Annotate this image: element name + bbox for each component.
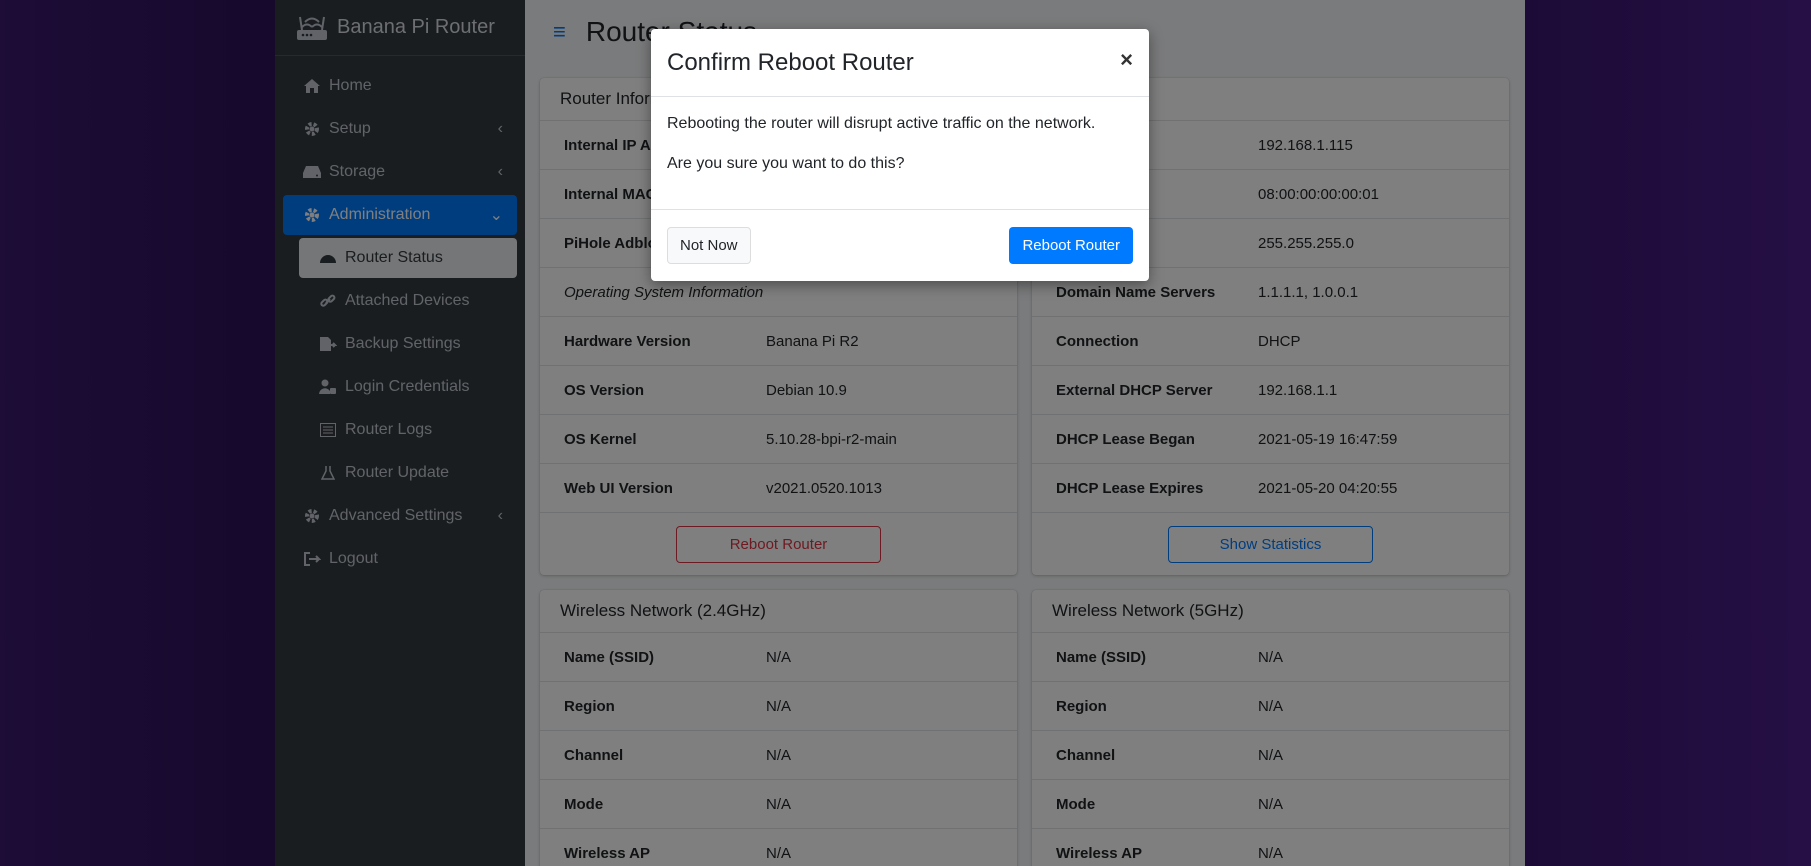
not-now-button[interactable]: Not Now — [667, 226, 751, 264]
modal-header: Confirm Reboot Router × — [651, 29, 1149, 97]
modal-body: Rebooting the router will disrupt active… — [651, 97, 1149, 210]
modal-title: Confirm Reboot Router — [667, 48, 914, 76]
modal-message: Rebooting the router will disrupt active… — [667, 115, 1096, 132]
modal-question: Are you sure you want to do this? — [667, 155, 905, 172]
modal-footer: Not Now Reboot Router — [651, 210, 1149, 280]
close-icon[interactable]: × — [1120, 47, 1133, 73]
confirm-reboot-button[interactable]: Reboot Router — [1009, 226, 1133, 264]
confirm-reboot-modal: Confirm Reboot Router × Rebooting the ro… — [651, 29, 1149, 281]
